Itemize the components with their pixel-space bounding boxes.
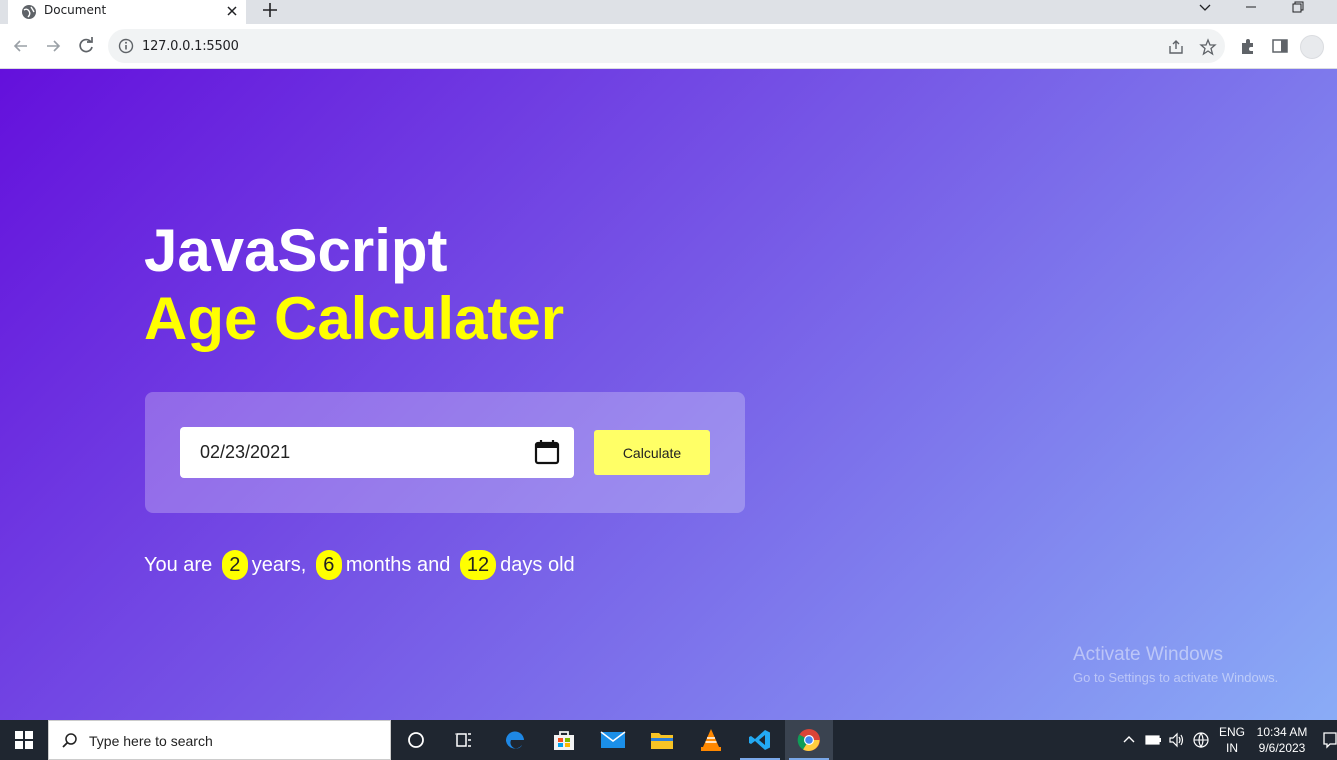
calendar-icon[interactable] (533, 438, 561, 466)
age-result: You are 2 years, 6 months and 12 days old (144, 550, 575, 580)
store-button[interactable] (540, 720, 588, 760)
restore-icon[interactable] (1285, 0, 1309, 18)
minimize-icon[interactable] (1239, 0, 1263, 18)
back-icon[interactable] (11, 36, 31, 56)
tab-strip: Document (0, 0, 1337, 24)
windows-taskbar: Type here to search ENG IN 10:34 AM 9/6/… (0, 720, 1337, 760)
windows-logo-icon (15, 731, 33, 749)
globe-icon (22, 5, 36, 19)
taskbar-search[interactable]: Type here to search (48, 720, 391, 760)
new-tab-icon[interactable] (259, 0, 281, 22)
side-panel-icon[interactable] (1271, 37, 1289, 55)
months-word: months and (345, 553, 451, 576)
calculator-card: 02/23/2021 Calculate (145, 392, 745, 513)
store-icon (554, 731, 574, 750)
vscode-icon (749, 730, 770, 750)
file-explorer-icon (651, 733, 673, 749)
browser-toolbar: 127.0.0.1:5500 (0, 24, 1337, 69)
watermark-title: Activate Windows (1073, 644, 1223, 665)
chrome-button[interactable] (785, 720, 833, 760)
days-word: days old (500, 553, 575, 576)
task-view-button[interactable] (440, 720, 488, 760)
tab-search-chevron-icon[interactable] (1193, 0, 1217, 18)
volume-icon[interactable] (1168, 731, 1186, 749)
birthdate-value: 02/23/2021 (200, 442, 291, 462)
task-view-icon (455, 733, 471, 747)
page-heading: JavaScript Age Calculater (144, 217, 564, 353)
network-globe-icon[interactable] (1192, 731, 1210, 749)
tray-expand-chevron-icon[interactable] (1120, 731, 1138, 749)
days-badge: 12 (459, 550, 497, 580)
search-icon (62, 733, 77, 748)
profile-avatar-icon[interactable] (1300, 35, 1324, 59)
birthdate-input[interactable]: 02/23/2021 (180, 427, 574, 478)
activate-windows-watermark: Activate Windows Go to Settings to activ… (1073, 644, 1278, 685)
clock-time: 10:34 AM (1256, 725, 1308, 739)
language-code: ENG (1219, 725, 1246, 739)
years-word: years, (251, 553, 307, 576)
forward-icon[interactable] (43, 36, 63, 56)
cortana-button[interactable] (392, 720, 440, 760)
extensions-icon[interactable] (1239, 37, 1257, 55)
years-badge: 2 (221, 550, 248, 580)
system-clock[interactable]: 10:34 AM 9/6/2023 (1252, 724, 1312, 756)
watermark-subtitle: Go to Settings to activate Windows. (1073, 670, 1279, 685)
months-badge: 6 (315, 550, 342, 580)
tab-title: Document (44, 3, 107, 17)
notifications-icon[interactable] (1322, 730, 1337, 750)
vlc-button[interactable] (687, 720, 735, 760)
page-viewport: JavaScript Age Calculater 02/23/2021 Cal… (0, 69, 1337, 720)
heading-line-2: Age Calculater (144, 285, 565, 352)
vlc-icon (701, 729, 721, 751)
battery-icon[interactable] (1144, 731, 1162, 749)
file-explorer-button[interactable] (638, 720, 686, 760)
region-code: IN (1226, 741, 1238, 755)
mail-button[interactable] (589, 720, 637, 760)
address-bar[interactable]: 127.0.0.1:5500 (108, 29, 1225, 63)
calculate-button[interactable]: Calculate (594, 430, 710, 475)
result-prefix: You are (144, 553, 213, 576)
bookmark-star-icon[interactable] (1199, 38, 1217, 56)
start-button[interactable] (0, 720, 48, 760)
browser-tab[interactable]: Document (8, 0, 246, 24)
edge-button[interactable] (491, 720, 539, 760)
input-language[interactable]: ENG IN (1219, 724, 1245, 756)
close-tab-icon[interactable] (224, 3, 240, 19)
edge-icon (505, 731, 524, 749)
cortana-icon (408, 732, 424, 748)
share-icon[interactable] (1167, 38, 1185, 56)
clock-date: 9/6/2023 (1258, 741, 1306, 755)
url-text[interactable]: 127.0.0.1:5500 (142, 39, 239, 54)
mail-icon (600, 731, 626, 748)
vscode-button[interactable] (736, 720, 784, 760)
reload-icon[interactable] (76, 36, 96, 56)
site-info-icon[interactable] (118, 38, 134, 54)
search-placeholder: Type here to search (89, 733, 213, 749)
chrome-icon (797, 729, 820, 751)
heading-line-1: JavaScript (144, 217, 448, 284)
